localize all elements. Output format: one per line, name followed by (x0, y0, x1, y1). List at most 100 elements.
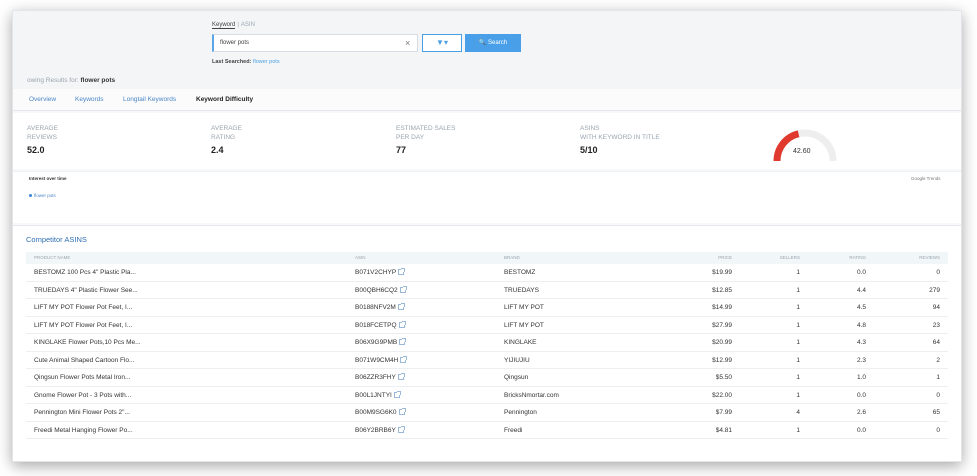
asin-cell-text[interactable]: B0188NFV2M (355, 304, 396, 311)
tab-overview[interactable]: Overview (29, 96, 56, 103)
asin-cell-text[interactable]: B00M9SG6K0 (355, 409, 397, 416)
table-row[interactable]: TRUEDAYS 4" Plastic Flower See... B00QBH6… (26, 282, 948, 299)
brand-cell-text: TRUEDAYS (504, 286, 539, 294)
brand-cell-text: KINGLAKE (504, 339, 537, 346)
rating-cell: 4.8 (836, 322, 866, 329)
external-link-icon[interactable] (399, 338, 407, 345)
clear-icon[interactable]: × (405, 35, 410, 51)
external-link-icon[interactable] (399, 285, 407, 293)
column-brand[interactable]: BRAND (504, 255, 520, 260)
column-price[interactable]: PRICE (702, 255, 732, 260)
product-name-cell-text: LIFT MY POT Flower Pot Feet, I... (34, 304, 133, 311)
last-searched-link[interactable]: flower pots (253, 59, 280, 65)
price-cell-text: $20.99 (712, 339, 732, 346)
asin-cell[interactable]: B06Y2BRB6Y (355, 425, 405, 434)
brand-cell: LIFT MY POT (504, 304, 544, 311)
product-name-cell-text: Qingsun Flower Pots Metal Iron... (34, 374, 131, 381)
reviews-cell-text: 94 (932, 304, 940, 311)
external-link-icon[interactable] (397, 425, 405, 433)
column-rating[interactable]: RATING (836, 255, 866, 260)
asin-cell-text[interactable]: B06Y2BRB6Y (355, 427, 396, 434)
reviews-cell: 23 (908, 322, 940, 329)
asin-cell[interactable]: B071V2CHYP (355, 268, 406, 276)
column-product-name[interactable]: PRODUCT NAME (34, 255, 70, 260)
sellers-cell: 1 (770, 357, 800, 364)
asin-cell[interactable]: B06X9G9PMB (355, 338, 407, 346)
rating-cell: 0.0 (836, 427, 866, 434)
asin-cell-text[interactable]: B06X9G9PMB (355, 339, 397, 346)
brand-cell: LIFT MY POT (504, 322, 544, 329)
table-row[interactable]: Freedi Metal Hanging Flower Po... B06Y2BR… (26, 422, 948, 439)
tab-longtail-keywords[interactable]: Longtail Keywords (123, 96, 176, 103)
column-sellers[interactable]: SELLERS (770, 255, 800, 260)
price-cell: $4.81 (702, 427, 732, 434)
sellers-cell-text: 1 (796, 339, 800, 346)
external-link-icon[interactable] (400, 355, 408, 363)
reviews-cell-text: 0 (936, 391, 940, 399)
sellers-cell-text: 1 (796, 269, 800, 276)
table-row[interactable]: BESTOMZ 100 Pcs 4" Plastic Pla... B071V2C… (26, 264, 948, 282)
table-row[interactable]: Pennington Mini Flower Pots 2"... B00M9SG… (26, 404, 948, 422)
tab-keyword[interactable]: Keyword (212, 22, 236, 29)
reviews-cell: 65 (908, 409, 940, 416)
table-row[interactable]: Qingsun Flower Pots Metal Iron... B06ZZR3… (26, 369, 948, 387)
asin-cell[interactable]: B0188NFV2M (355, 303, 405, 311)
asin-cell-text[interactable]: B071W9CM4H (355, 357, 398, 364)
external-link-icon[interactable] (397, 373, 405, 380)
external-link-icon[interactable] (393, 390, 401, 398)
brand-cell: YIJIUJIU (504, 357, 530, 364)
reviews-cell: 0 (908, 269, 940, 276)
tab-keyword-difficulty[interactable]: Keyword Difficulty (196, 96, 253, 103)
sellers-cell-text: 1 (796, 426, 800, 434)
stat-estimated-sales: ESTIMATED SALES PER DAY 77 (396, 124, 455, 155)
asin-cell[interactable]: B018FCETPQ (355, 320, 406, 329)
column-reviews[interactable]: REVIEWS (908, 255, 940, 260)
stat-label: AVERAGE (211, 125, 242, 132)
sellers-cell: 1 (770, 339, 800, 346)
tab-asin[interactable]: ASIN (241, 22, 255, 28)
table-row[interactable]: Gnome Flower Pot - 3 Pots with... B00L1JN… (26, 387, 948, 404)
table-row[interactable]: LIFT MY POT Flower Pot Feet, I... B0188NF… (26, 299, 948, 317)
reviews-cell: 0 (908, 392, 940, 399)
asin-cell[interactable]: B00QBH6CQ2 (355, 285, 407, 294)
table-row[interactable]: KINGLAKE Flower Pots,10 Pcs Me... B06X9G9… (26, 334, 948, 352)
competitor-table: PRODUCT NAME ASIN BRAND PRICE SELLERS RA… (26, 252, 948, 439)
rating-cell-text: 0.0 (856, 391, 866, 399)
asin-cell-text[interactable]: B06ZZR3FHY (355, 374, 396, 381)
rating-cell-text: 4.4 (856, 286, 866, 294)
external-link-icon[interactable] (398, 268, 406, 275)
asin-cell-text[interactable]: B00QBH6CQ2 (355, 287, 398, 294)
table-row[interactable]: Cute Animal Shaped Cartoon Flo... B071W9C… (26, 352, 948, 369)
reviews-cell: 279 (908, 287, 940, 294)
external-link-icon[interactable] (398, 408, 406, 415)
product-name-cell: TRUEDAYS 4" Plastic Flower See... (34, 287, 138, 294)
brand-cell-text: Pennington (504, 409, 537, 416)
product-name-cell: Freedi Metal Hanging Flower Po... (34, 427, 133, 434)
asin-cell-text[interactable]: B00L1JNTYI (355, 392, 392, 399)
sellers-cell: 4 (770, 409, 800, 416)
asin-cell[interactable]: B00L1JNTYI (355, 390, 401, 399)
product-name-cell-text: Cute Animal Shaped Cartoon Flo... (34, 356, 135, 364)
external-link-icon[interactable] (397, 303, 405, 310)
table-row[interactable]: LIFT MY POT Flower Pot Feet, I... B018FCE… (26, 317, 948, 334)
last-searched-label: Last Searched: (212, 59, 252, 65)
rating-cell: 2.6 (836, 409, 866, 416)
asin-cell-text[interactable]: B071V2CHYP (355, 269, 396, 276)
filter-button[interactable]: ▼▾ (422, 34, 462, 52)
sellers-cell-text: 1 (796, 374, 800, 381)
search-panel: Keyword | ASIN flower pots × ▼▾ 🔍 Search L… (13, 11, 961, 89)
tab-keywords[interactable]: Keywords (75, 96, 104, 103)
asin-cell[interactable]: B071W9CM4H (355, 355, 408, 364)
search-input[interactable]: flower pots (212, 34, 418, 52)
asin-cell[interactable]: B06ZZR3FHY (355, 373, 405, 381)
reviews-cell-text: 2 (936, 356, 940, 364)
stat-average-rating: AVERAGE RATING 2.4 (211, 124, 242, 155)
asin-cell[interactable]: B00M9SG6K0 (355, 408, 406, 416)
brand-cell: BricksNmortar.com (504, 392, 559, 399)
external-link-icon[interactable] (398, 320, 406, 328)
sellers-cell: 1 (770, 269, 800, 276)
search-button[interactable]: 🔍 Search (465, 34, 521, 52)
price-cell-text: $27.99 (712, 321, 732, 329)
column-asin[interactable]: ASIN (355, 255, 366, 260)
asin-cell-text[interactable]: B018FCETPQ (355, 322, 397, 329)
